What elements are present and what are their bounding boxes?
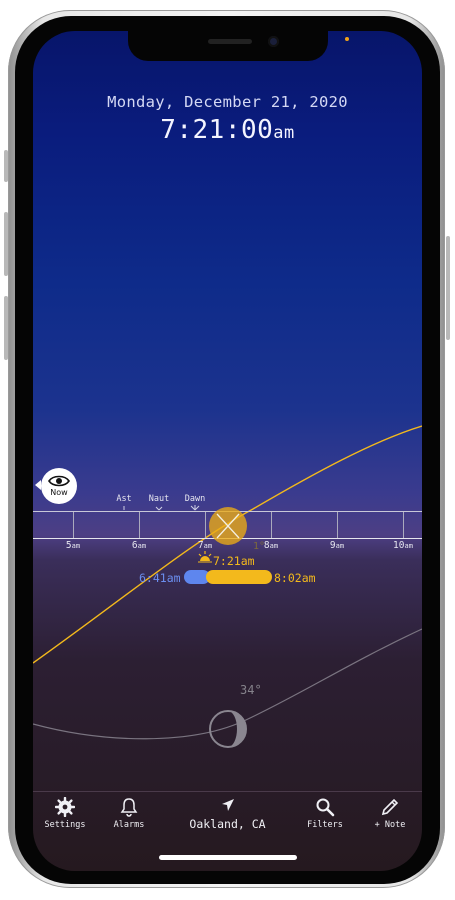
timeline-tick [271, 512, 272, 538]
hour-label-10am: 10am [393, 540, 413, 551]
silent-switch [4, 150, 8, 182]
hour-label-5am: 5am [65, 540, 81, 551]
tab-filters[interactable]: Filters [305, 797, 345, 830]
home-indicator[interactable] [159, 855, 297, 860]
current-time: 7:21:00am [33, 115, 422, 145]
search-icon [316, 798, 335, 817]
timeline-tick [73, 512, 74, 538]
filters-label: Filters [307, 820, 343, 830]
privacy-indicator-dot [345, 37, 349, 41]
hour-label-8am: 8am [263, 540, 279, 551]
speaker-grille [208, 39, 252, 44]
sunrise-icon [198, 551, 212, 563]
sunrise-time: 7:21am [213, 554, 255, 568]
tab-add-note[interactable]: + Note [370, 797, 410, 830]
sun-crosshair-icon [216, 513, 240, 539]
timeline-tick [403, 512, 404, 538]
time-ampm: am [273, 123, 295, 143]
timeline-tick [139, 512, 140, 538]
blue-hour-start-time: 6:41am [139, 571, 181, 585]
gear-icon [55, 797, 75, 817]
pencil-icon [381, 798, 399, 816]
front-camera [268, 36, 279, 47]
timeline-tick [337, 512, 338, 538]
moon-elevation-label: 34° [240, 683, 262, 697]
golden-hour-bar [206, 570, 272, 584]
app-screen: Monday, December 21, 2020 7:21:00am Now … [33, 31, 422, 871]
hour-label-9am: 9am [329, 540, 345, 551]
hour-label-6am: 6am [131, 540, 147, 551]
now-label: Now [50, 488, 68, 497]
golden-hour-end-time: 8:02am [274, 571, 316, 585]
civil-dawn-label: Dawn [184, 494, 206, 504]
sun-elevation-label: 1° [253, 541, 266, 552]
location-label[interactable]: Oakland, CA [33, 817, 422, 831]
current-date: Monday, December 21, 2020 [107, 93, 348, 111]
volume-down-button [4, 296, 8, 360]
timeline-tick [205, 512, 206, 538]
nautical-twilight-label: Naut [148, 494, 170, 504]
eye-icon [48, 475, 70, 487]
sun-position-marker[interactable] [209, 507, 247, 545]
power-button [446, 236, 450, 340]
note-label: + Note [374, 820, 406, 830]
astronomical-twilight-label: Ast [116, 494, 132, 504]
volume-up-button [4, 212, 8, 276]
device-notch [128, 31, 328, 61]
location-arrow-icon[interactable] [221, 798, 235, 812]
tabbar-divider [33, 791, 422, 792]
now-button[interactable]: Now [41, 468, 77, 504]
moon-phase-icon[interactable] [208, 709, 248, 749]
time-value: 7:21:00 [160, 115, 274, 145]
bell-icon [120, 798, 138, 817]
